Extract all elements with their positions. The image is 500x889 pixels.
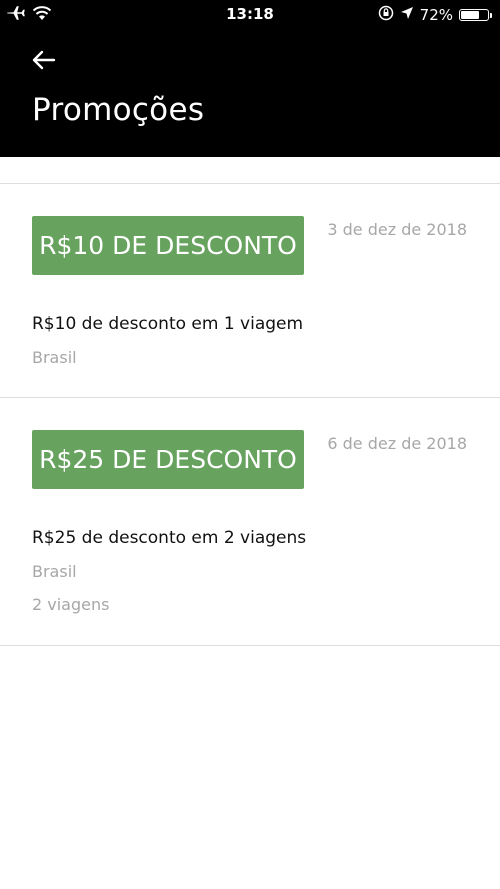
- promotion-badge[interactable]: R$10 DE DESCONTO: [32, 216, 304, 275]
- battery-fill: [461, 11, 480, 19]
- promotion-badge[interactable]: R$25 DE DESCONTO: [32, 430, 304, 489]
- promotion-description: R$10 de desconto em 1 viagem: [32, 314, 304, 334]
- promotion-card[interactable]: R$10 DE DESCONTO 3 de dez de 2018 R$10 d…: [0, 184, 500, 397]
- promotion-card[interactable]: R$25 DE DESCONTO 6 de dez de 2018 R$25 d…: [0, 398, 500, 645]
- promotion-trips: 2 viagens: [32, 595, 110, 614]
- promotions-list: R$10 DE DESCONTO 3 de dez de 2018 R$10 d…: [0, 183, 500, 646]
- promotion-date: 6 de dez de 2018: [327, 434, 467, 453]
- location-arrow-icon: [400, 6, 414, 24]
- battery-body: [459, 9, 489, 21]
- promotion-date: 3 de dez de 2018: [327, 220, 467, 239]
- divider: [0, 645, 500, 646]
- battery-percentage: 72%: [419, 6, 453, 24]
- promotion-description: R$25 de desconto em 2 viagens: [32, 528, 307, 548]
- promotion-location: Brasil: [32, 348, 77, 367]
- page-title: Promoções: [32, 92, 205, 128]
- status-bar: 13:18 72%: [0, 0, 500, 28]
- orientation-lock-icon: [378, 5, 394, 25]
- status-bar-right: 72%: [378, 5, 492, 25]
- battery-tip: [490, 12, 492, 18]
- back-button[interactable]: [30, 46, 58, 74]
- promotion-location: Brasil: [32, 562, 77, 581]
- header: 13:18 72% Promoções: [0, 0, 500, 157]
- battery-icon: [459, 9, 492, 21]
- arrow-left-icon: [32, 50, 56, 70]
